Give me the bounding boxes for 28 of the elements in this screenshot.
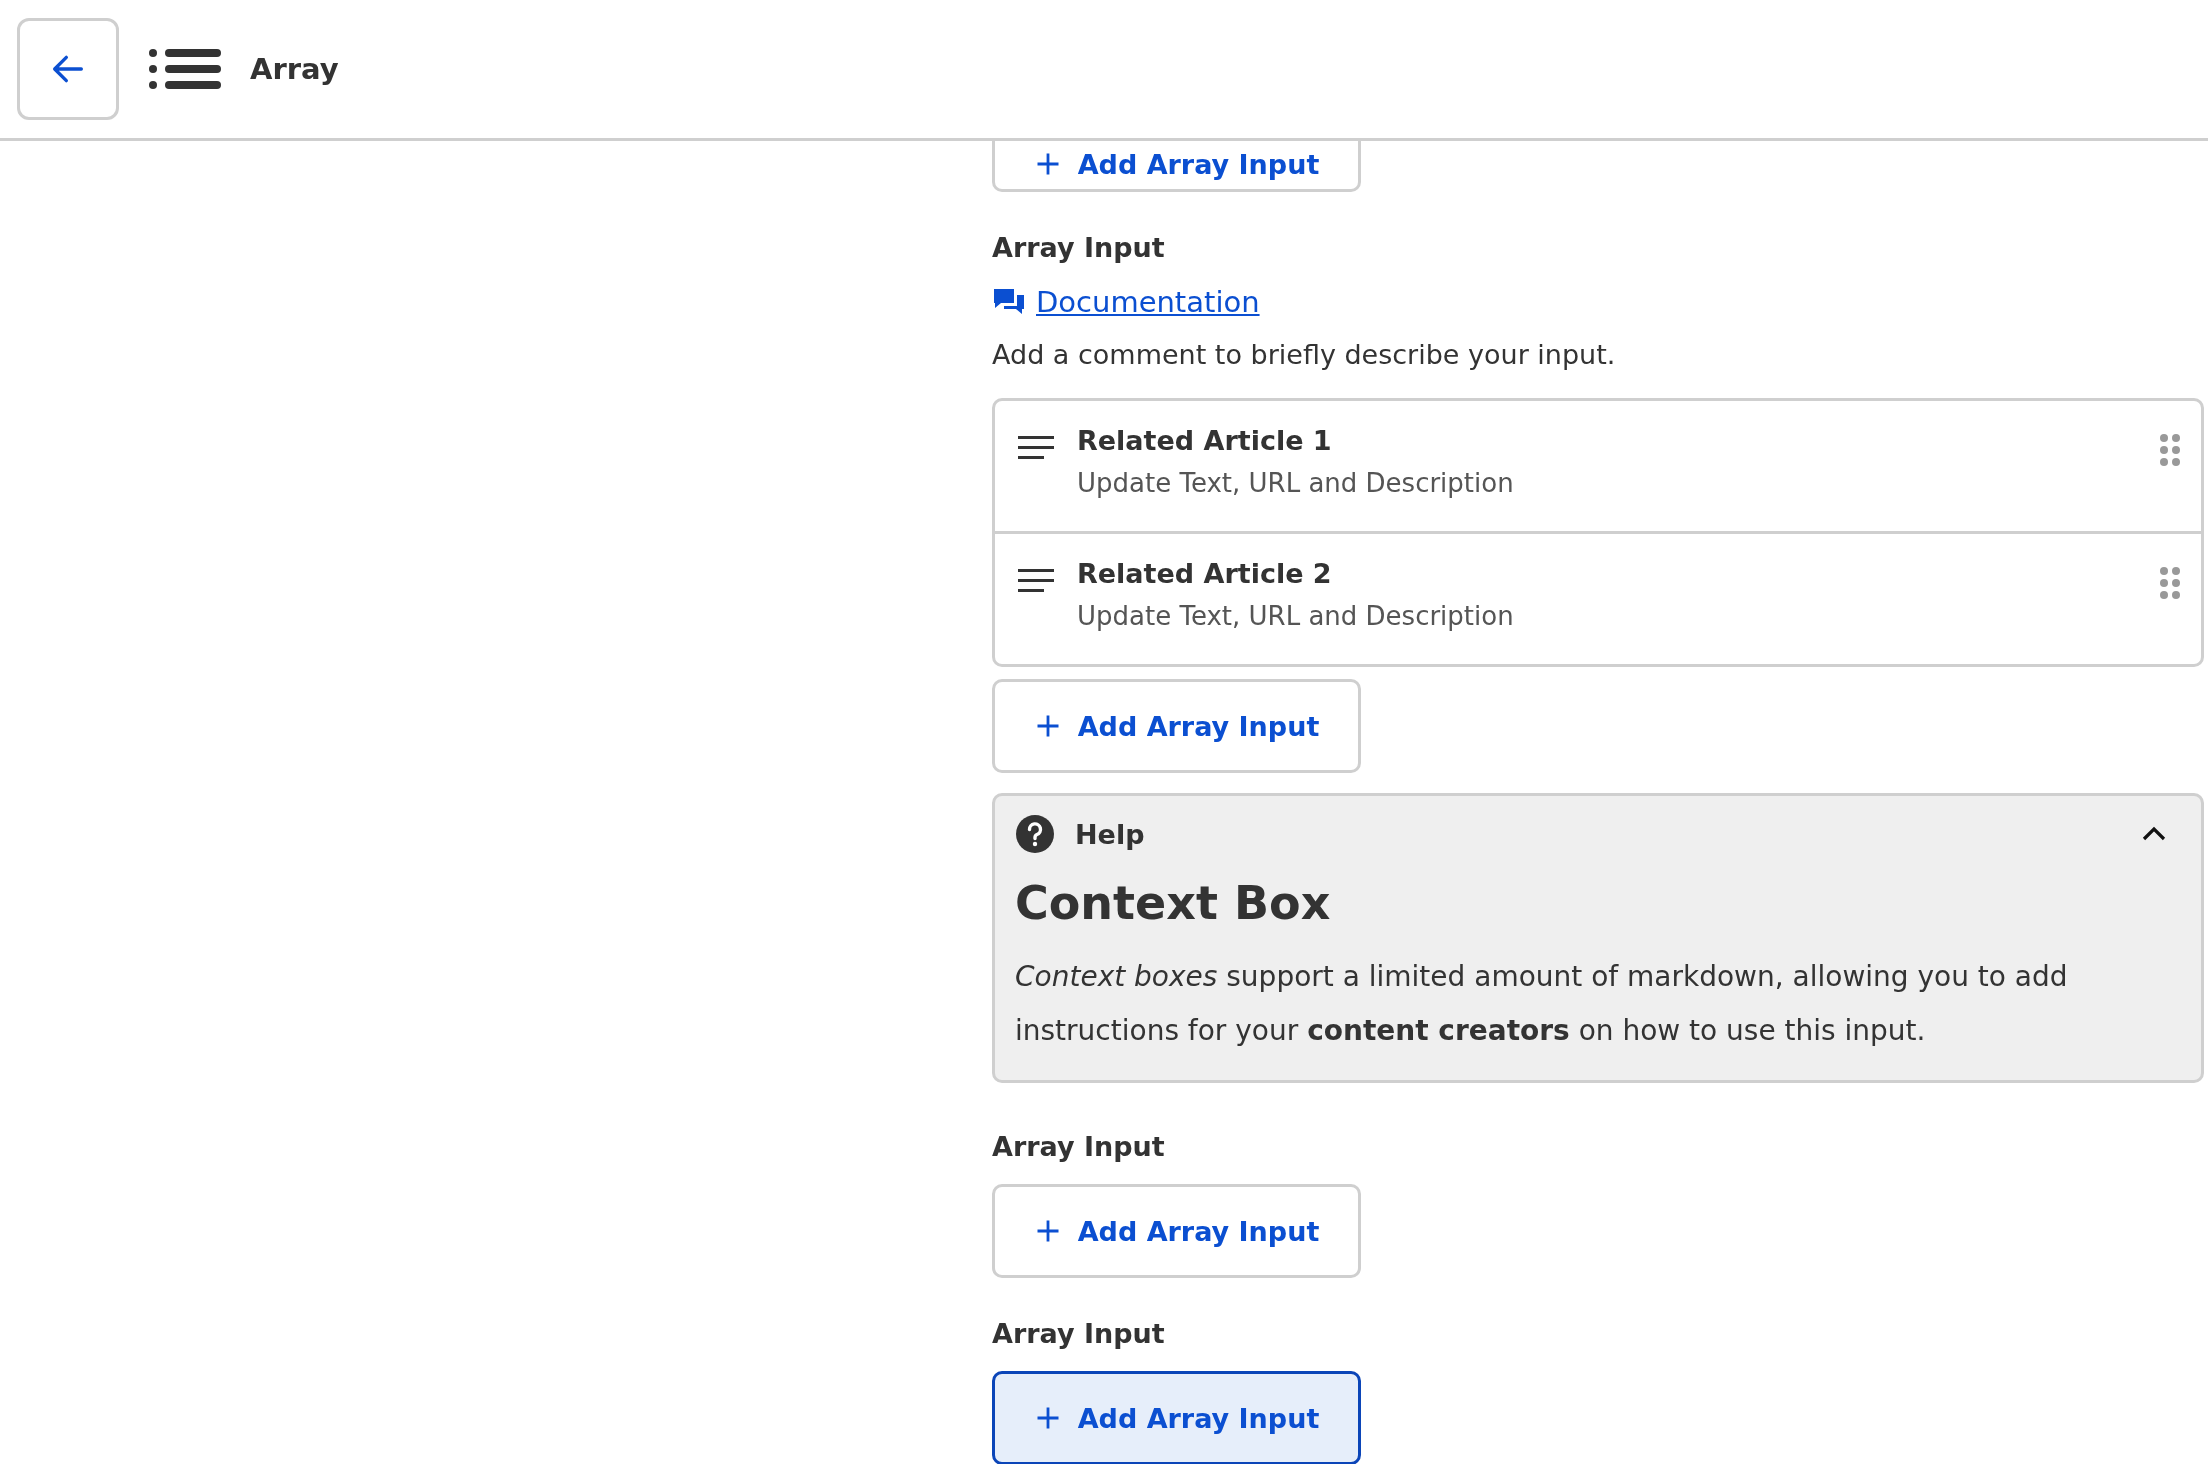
back-button[interactable] (17, 18, 119, 120)
array-item[interactable]: Related Article 2 Update Text, URL and Description (995, 531, 2201, 664)
help-label: Help (1075, 818, 1146, 850)
drag-handle-icon[interactable] (2159, 433, 2181, 467)
text-lines-icon (1017, 435, 1055, 461)
field-description: Add a comment to briefly describe your input. (992, 339, 1616, 370)
add-array-input-button[interactable]: Add Array Input (992, 1184, 1361, 1278)
chevron-up-icon[interactable] (2141, 825, 2167, 843)
field-label: Array Input (992, 1318, 1165, 1349)
field-label: Array Input (992, 232, 1165, 263)
item-title: Related Article 1 (1077, 425, 1333, 456)
add-array-input-button[interactable]: Add Array Input (992, 679, 1361, 773)
help-text: Context boxes support a limited amount of markdown, allowing you to add instructions for your content creators on how to use this input. (1015, 959, 2069, 1049)
item-subtitle: Update Text, URL and Description (1077, 601, 1515, 631)
help-icon (1015, 814, 1055, 854)
add-array-input-button[interactable]: Add Array Input (992, 141, 1361, 192)
item-title: Related Article 2 (1077, 558, 1333, 589)
page-title: Array (250, 52, 339, 86)
help-heading: Context Box (1015, 876, 1332, 930)
chat-icon (992, 287, 1026, 317)
text-lines-icon (1017, 568, 1055, 594)
list-icon (148, 48, 222, 90)
field-label: Array Input (992, 1131, 1165, 1162)
add-array-input-button[interactable]: Add Array Input (992, 1371, 1361, 1464)
item-subtitle: Update Text, URL and Description (1077, 468, 1515, 498)
array-item[interactable]: Related Article 1 Update Text, URL and Description (995, 401, 2201, 531)
drag-handle-icon[interactable] (2159, 566, 2181, 600)
documentation-link[interactable]: Documentation (1036, 285, 1260, 319)
